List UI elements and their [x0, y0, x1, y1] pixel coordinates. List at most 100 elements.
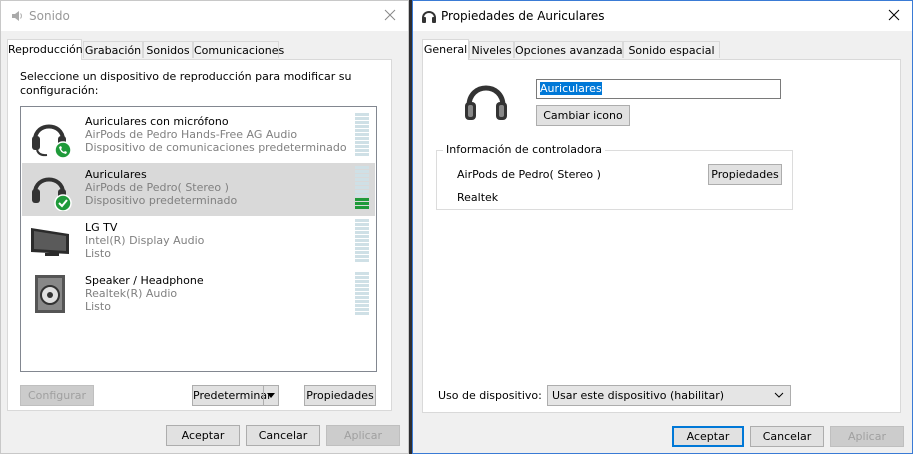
device-status: Dispositivo de comunicaciones predetermi… [85, 141, 347, 154]
meter-segment [355, 153, 369, 156]
vendor-name: Realtek [457, 191, 499, 204]
meter-segment [355, 243, 369, 246]
properties-window: Propiedades de Auriculares General Nivel… [412, 0, 913, 454]
meter-segment [355, 304, 369, 307]
controller-properties-button[interactable]: Propiedades [708, 164, 782, 185]
speaker-app-icon [9, 8, 25, 24]
cancel-button[interactable]: Cancelar [246, 425, 320, 446]
meter-segment [355, 235, 369, 238]
level-meter [355, 272, 369, 318]
device-name: LG TV [85, 221, 118, 234]
meter-segment [355, 231, 369, 234]
meter-segment [355, 219, 369, 222]
chevron-down-icon [267, 393, 275, 398]
meter-segment [355, 296, 369, 299]
level-meter [355, 113, 369, 159]
cancel-button[interactable]: Cancelar [750, 426, 824, 447]
meter-segment [355, 259, 369, 262]
playback-panel: Seleccione un dispositivo de reproducció… [7, 59, 392, 411]
meter-segment [355, 137, 369, 140]
meter-segment [355, 186, 369, 189]
meter-segment [355, 272, 369, 275]
controller-name: AirPods de Pedro( Stereo ) [457, 168, 601, 181]
window-title: Propiedades de Auriculares [441, 9, 605, 23]
device-status: Dispositivo predeterminado [85, 194, 238, 207]
meter-segment [355, 178, 369, 181]
ok-button[interactable]: Aceptar [166, 425, 240, 446]
tab-levels[interactable]: Niveles [469, 41, 514, 58]
list-item-selected[interactable]: Auriculares AirPods de Pedro( Stereo ) D… [22, 163, 375, 216]
device-name-field[interactable]: Auriculares [536, 79, 781, 99]
meter-segment [355, 247, 369, 250]
device-driver: AirPods de Pedro( Stereo ) [85, 181, 229, 194]
device-driver: Intel(R) Display Audio [85, 234, 205, 247]
controller-group: Información de controladora AirPods de P… [436, 143, 793, 210]
list-item[interactable]: Auriculares con micrófono AirPods de Ped… [22, 110, 375, 163]
meter-segment [355, 149, 369, 152]
title-bar[interactable]: Propiedades de Auriculares [413, 1, 912, 31]
tab-playback[interactable]: Reproducción [7, 39, 83, 60]
close-icon [888, 9, 900, 21]
tab-recording[interactable]: Grabación [83, 41, 143, 58]
meter-segment [355, 284, 369, 287]
meter-segment [355, 251, 369, 254]
usage-select[interactable]: Usar este dispositivo (habilitar) [547, 385, 791, 406]
meter-segment [355, 198, 369, 201]
general-panel: Auriculares Cambiar icono Información de… [422, 59, 901, 413]
device-list[interactable]: Auriculares con micrófono AirPods de Ped… [20, 106, 377, 372]
headset-phone-icon [29, 114, 73, 159]
set-default-dropdown[interactable] [263, 386, 278, 405]
meter-segment [355, 280, 369, 283]
meter-segment [355, 308, 369, 311]
meter-segment [355, 223, 369, 226]
meter-segment [355, 312, 369, 315]
close-button[interactable] [882, 5, 906, 27]
apply-button[interactable]: Aplicar [830, 426, 904, 447]
device-status: Listo [85, 247, 111, 260]
meter-segment [355, 170, 369, 173]
meter-segment [355, 113, 369, 116]
change-icon-button[interactable]: Cambiar icono [536, 105, 630, 126]
meter-segment [355, 255, 369, 258]
ok-button[interactable]: Aceptar [672, 426, 744, 447]
meter-segment [355, 182, 369, 185]
meter-segment [355, 276, 369, 279]
configure-button[interactable]: Configurar [20, 385, 94, 406]
meter-segment [355, 194, 369, 197]
properties-button[interactable]: Propiedades [304, 385, 376, 406]
meter-segment [355, 166, 369, 169]
chevron-down-icon [773, 388, 785, 407]
meter-segment [355, 129, 369, 132]
meter-segment [355, 227, 369, 230]
device-driver: AirPods de Pedro Hands-Free AG Audio [85, 128, 298, 141]
tab-communications[interactable]: Comunicaciones [193, 41, 284, 58]
meter-segment [355, 206, 369, 209]
close-button[interactable] [378, 5, 402, 27]
list-item[interactable]: LG TV Intel(R) Display Audio Listo [22, 216, 375, 269]
device-status: Listo [85, 300, 111, 313]
meter-segment [355, 174, 369, 177]
device-name: Auriculares [85, 168, 147, 181]
device-name: Speaker / Headphone [85, 274, 204, 287]
apply-button[interactable]: Aplicar [326, 425, 400, 446]
meter-segment [355, 125, 369, 128]
tab-spatial-sound[interactable]: Sonido espacial [623, 41, 720, 58]
title-bar[interactable]: Sonido [1, 1, 408, 31]
meter-segment [355, 190, 369, 193]
meter-segment [355, 202, 369, 205]
meter-segment [355, 133, 369, 136]
speaker-icon [29, 273, 73, 317]
set-default-button[interactable]: Predeterminar [192, 385, 279, 406]
list-item[interactable]: Speaker / Headphone Realtek(R) Audio Lis… [22, 269, 375, 322]
meter-segment [355, 121, 369, 124]
window-title: Sonido [29, 9, 70, 23]
tab-sounds[interactable]: Sonidos [143, 41, 193, 58]
close-icon [384, 9, 396, 21]
device-driver: Realtek(R) Audio [85, 287, 178, 300]
tab-advanced[interactable]: Opciones avanzadas [514, 41, 628, 58]
meter-segment [355, 117, 369, 120]
tab-general[interactable]: General [422, 39, 469, 60]
device-name: Auriculares con micrófono [85, 115, 229, 128]
headphones-app-icon [421, 8, 437, 24]
meter-segment [355, 145, 369, 148]
